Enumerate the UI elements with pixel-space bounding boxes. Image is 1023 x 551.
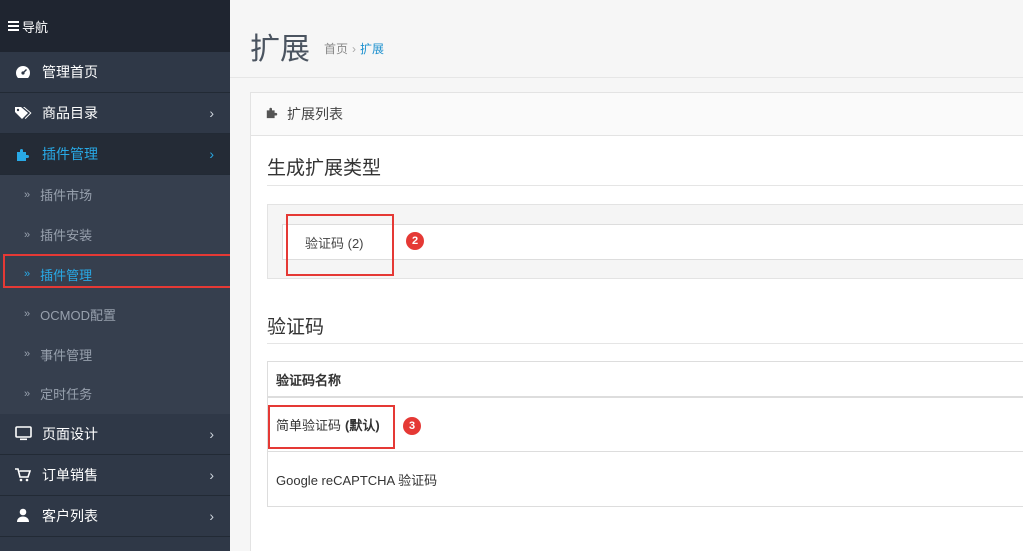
chevron-right-icon: › xyxy=(209,425,214,442)
sidebar-item-extensions[interactable]: 插件管理 › xyxy=(0,134,230,175)
sidebar-subitem-ocmod[interactable]: » OCMOD配置 xyxy=(0,294,230,334)
sidebar-item-label: 管理首页 xyxy=(42,64,98,80)
sidebar-subitem-label: 插件市场 xyxy=(40,188,93,204)
annotation-badge-2: 2 xyxy=(406,232,424,250)
double-chevron-icon: » xyxy=(24,348,31,361)
chevron-right-icon: › xyxy=(209,466,214,483)
sidebar-item-label: 页面设计 xyxy=(42,425,98,442)
sidebar-item-dashboard[interactable]: 管理首页 xyxy=(0,52,230,93)
sidebar-submenu: » 插件市场 » 插件安装 » 插件管理 » OCMOD配置 » 事件管理 » … xyxy=(0,175,230,414)
table-row: Google reCAPTCHA 验证码 xyxy=(268,452,1023,506)
tags-icon xyxy=(14,104,32,122)
double-chevron-icon: » xyxy=(24,188,31,201)
list-section-title: 验证码 xyxy=(267,317,325,338)
sidebar-subitem-events[interactable]: » 事件管理 xyxy=(0,334,230,374)
sidebar-item-label: 插件管理 xyxy=(42,146,98,162)
dashboard-icon xyxy=(14,63,32,81)
annotation-box-2 xyxy=(286,214,394,276)
chevron-right-icon: › xyxy=(209,507,214,524)
panel-heading: 扩展列表 xyxy=(251,93,1023,136)
cart-icon xyxy=(14,466,32,484)
sidebar-subitem-installer[interactable]: » 插件安装 xyxy=(0,215,230,255)
sidebar-subitem-label: 定时任务 xyxy=(40,387,93,403)
divider xyxy=(267,185,1023,186)
monitor-icon xyxy=(14,425,32,443)
type-section-title: 生成扩展类型 xyxy=(267,158,382,179)
captcha-name: Google reCAPTCHA 验证码 xyxy=(276,472,438,488)
divider xyxy=(267,343,1023,344)
extension-panel: 扩展列表 生成扩展类型 验证码 (2) 验证码 验证码名称 简单验证码 (默认) … xyxy=(250,92,1023,551)
annotation-badge-3: 3 xyxy=(403,417,421,435)
puzzle-icon xyxy=(14,145,32,163)
breadcrumb: 首页 › 扩展 xyxy=(324,40,384,57)
sidebar-item-catalog[interactable]: 商品目录 › xyxy=(0,93,230,134)
sidebar-subitem-market[interactable]: » 插件市场 xyxy=(0,175,230,215)
sidebar-item-label: 客户列表 xyxy=(42,507,98,524)
menu-icon xyxy=(8,19,19,33)
sidebar-subitem-label: OCMOD配置 xyxy=(40,307,116,323)
sidebar-header-label: 导航 xyxy=(22,19,49,35)
sidebar-item-design[interactable]: 页面设计 › xyxy=(0,413,230,455)
page-header: 扩展 首页 › 扩展 xyxy=(230,0,1023,78)
sidebar-header[interactable]: 导航 xyxy=(0,0,230,52)
puzzle-icon xyxy=(265,106,279,122)
annotation-box-1 xyxy=(3,254,233,288)
sidebar-item-label: 商品目录 xyxy=(42,105,98,121)
sidebar-item-label: 订单销售 xyxy=(42,466,98,483)
breadcrumb-separator-icon: › xyxy=(352,42,357,56)
table-header-name[interactable]: 验证码名称 xyxy=(268,362,1023,398)
double-chevron-icon: » xyxy=(24,387,31,400)
breadcrumb-home[interactable]: 首页 xyxy=(324,42,348,56)
user-icon xyxy=(14,507,32,525)
panel-title: 扩展列表 xyxy=(287,106,343,122)
chevron-right-icon: › xyxy=(209,146,214,162)
chevron-right-icon: › xyxy=(209,105,214,121)
sidebar-subitem-cron[interactable]: » 定时任务 xyxy=(0,374,230,414)
sidebar-item-sales[interactable]: 订单销售 › xyxy=(0,454,230,496)
sidebar-subitem-label: 事件管理 xyxy=(40,347,93,363)
sidebar-item-partial[interactable] xyxy=(0,536,230,551)
breadcrumb-current[interactable]: 扩展 xyxy=(360,42,384,56)
double-chevron-icon: » xyxy=(24,308,31,321)
page-title: 扩展 xyxy=(250,32,310,67)
double-chevron-icon: » xyxy=(24,228,31,241)
annotation-box-3 xyxy=(268,405,395,449)
sidebar-item-customers[interactable]: 客户列表 › xyxy=(0,495,230,537)
sidebar-subitem-label: 插件安装 xyxy=(40,228,93,244)
